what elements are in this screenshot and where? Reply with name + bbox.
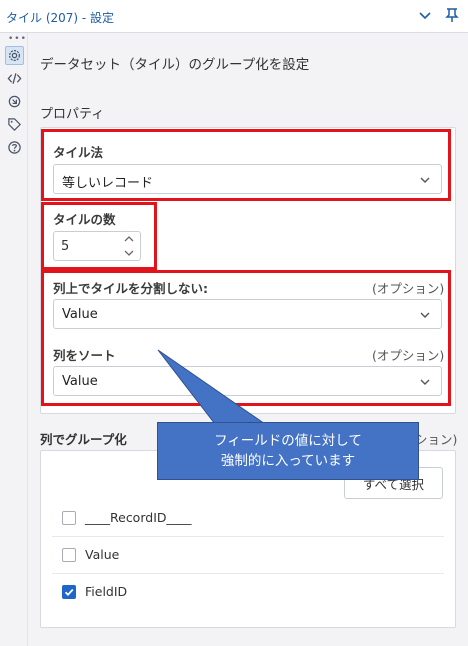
- refresh-icon[interactable]: [5, 92, 24, 111]
- no-split-label: 列上でタイルを分割しない:: [53, 281, 208, 296]
- decrement-button[interactable]: [118, 246, 140, 260]
- sort-by-label: 列をソート: [53, 348, 116, 363]
- chevron-down-icon[interactable]: [418, 8, 432, 22]
- tile-count-value: 5: [61, 239, 70, 254]
- sort-by-optional: (オプション): [372, 348, 445, 363]
- field-name: Value: [85, 547, 120, 562]
- window-title: タイル (207) - 設定: [6, 11, 115, 25]
- chevron-down-icon: [420, 177, 430, 183]
- tag-icon[interactable]: [5, 115, 24, 134]
- callout-annotation: フィールドの値に対して 強制的に入っています: [157, 422, 419, 480]
- tile-method-select[interactable]: 等しいレコード: [53, 164, 442, 194]
- properties-section-title: プロパティ: [40, 107, 105, 122]
- chevron-down-icon: [420, 312, 430, 318]
- sort-by-select[interactable]: Value: [53, 366, 442, 396]
- checkbox-checked[interactable]: [62, 585, 76, 599]
- field-name: ____RecordID____: [85, 510, 192, 525]
- tile-method-label: タイル法: [53, 145, 104, 160]
- no-split-value: Value: [62, 307, 98, 322]
- no-split-optional: (オプション): [372, 281, 445, 296]
- sort-by-value: Value: [62, 374, 98, 389]
- tile-count-label: タイルの数: [53, 212, 116, 227]
- tile-count-stepper[interactable]: 5: [53, 231, 141, 261]
- title-bar: タイル (207) - 設定: [0, 0, 468, 33]
- gear-icon[interactable]: [5, 46, 24, 65]
- check-icon: [64, 588, 74, 596]
- chevron-up-icon: [124, 236, 134, 242]
- list-item[interactable]: ____RecordID____: [52, 500, 444, 537]
- list-item[interactable]: Value: [52, 537, 444, 574]
- chevron-down-icon: [420, 379, 430, 385]
- group-by-label: 列でグループ化: [40, 432, 127, 447]
- help-icon[interactable]: [5, 138, 24, 157]
- callout-line2: 強制的に入っています: [220, 453, 356, 469]
- callout-line1: フィールドの値に対して: [214, 433, 362, 449]
- pin-icon[interactable]: [444, 7, 460, 23]
- increment-button[interactable]: [118, 232, 140, 246]
- code-icon[interactable]: [5, 69, 24, 88]
- list-item[interactable]: FieldID: [52, 574, 444, 611]
- group-by-optional: ション): [415, 432, 458, 447]
- more-icon[interactable]: •••: [8, 34, 27, 44]
- chevron-down-icon: [124, 250, 134, 256]
- page-title: データセット（タイル）のグループ化を設定: [40, 57, 310, 73]
- tile-method-value: 等しいレコード: [62, 176, 154, 191]
- checkbox[interactable]: [62, 548, 76, 562]
- no-split-select[interactable]: Value: [53, 299, 442, 329]
- checkbox[interactable]: [62, 511, 76, 525]
- field-name: FieldID: [85, 584, 128, 599]
